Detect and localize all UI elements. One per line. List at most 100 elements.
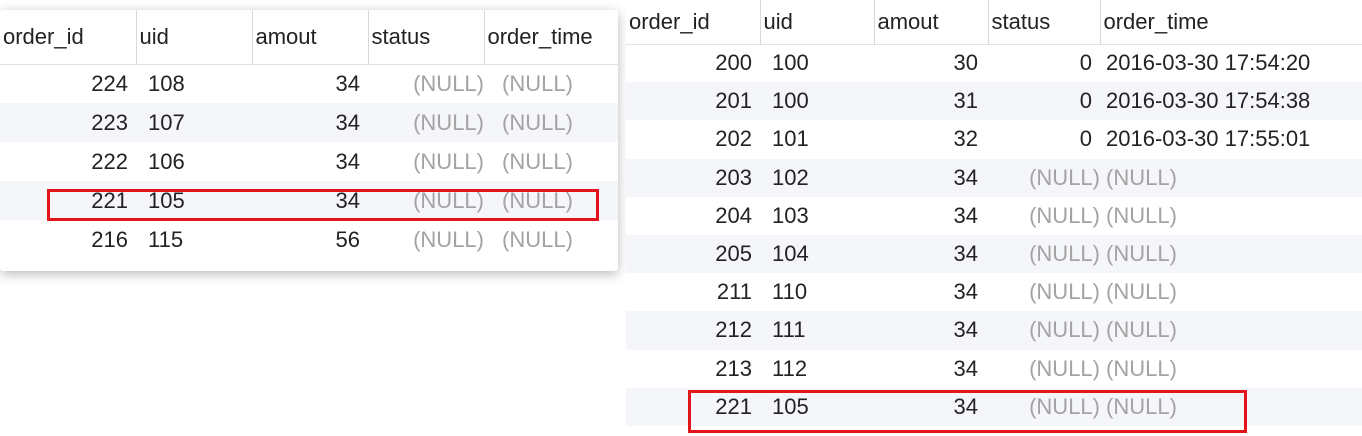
cell-order-id[interactable]: 213 [626, 350, 760, 388]
cell-amout[interactable]: 34 [252, 103, 368, 142]
cell-uid[interactable]: 100 [760, 82, 874, 121]
cell-status[interactable]: (NULL) [368, 103, 484, 142]
cell-uid[interactable]: 111 [760, 311, 874, 350]
cell-order-id[interactable]: 222 [0, 142, 136, 181]
cell-order-time[interactable]: (NULL) [1100, 158, 1362, 197]
cell-uid[interactable]: 106 [136, 142, 252, 181]
cell-uid[interactable]: 115 [136, 220, 252, 259]
table-row[interactable]: 222 106 34 (NULL) (NULL) [0, 142, 618, 181]
cell-order-id[interactable]: 202 [626, 120, 760, 158]
cell-order-id[interactable]: 205 [626, 234, 760, 274]
table-row[interactable]: 205 104 34 (NULL) (NULL) [626, 234, 1362, 274]
table-row-highlighted[interactable]: 221 105 34 (NULL) (NULL) [0, 181, 618, 220]
cell-order-time[interactable]: 2016-03-30 17:54:38 [1100, 82, 1362, 121]
cell-uid[interactable]: 105 [136, 181, 252, 220]
column-header-order-time[interactable]: order_time [483, 10, 618, 64]
cell-amout[interactable]: 34 [252, 181, 368, 220]
cell-order-id[interactable]: 221 [626, 387, 760, 426]
cell-order-time[interactable]: 2016-03-30 17:54:20 [1100, 44, 1362, 82]
table-row[interactable]: 202 101 32 0 2016-03-30 17:55:01 [626, 120, 1362, 158]
cell-uid[interactable]: 102 [760, 158, 874, 197]
table-row-highlighted[interactable]: 221 105 34 (NULL) (NULL) [626, 387, 1362, 426]
cell-amout[interactable]: 34 [874, 387, 988, 426]
cell-status[interactable]: (NULL) [368, 142, 484, 181]
cell-amout[interactable]: 32 [874, 120, 988, 158]
cell-order-time[interactable]: (NULL) [1100, 234, 1362, 274]
cell-amout[interactable]: 56 [252, 220, 368, 259]
column-header-uid[interactable]: uid [135, 10, 252, 64]
column-header-amout[interactable]: amout [251, 10, 368, 64]
cell-order-time[interactable]: (NULL) [484, 181, 618, 220]
cell-order-time[interactable]: (NULL) [484, 64, 618, 103]
cell-amout[interactable]: 34 [874, 234, 988, 274]
cell-order-id[interactable]: 212 [626, 311, 760, 350]
cell-status[interactable]: (NULL) [988, 273, 1100, 311]
cell-uid[interactable]: 110 [760, 273, 874, 311]
column-header-amout[interactable]: amout [873, 0, 988, 44]
cell-amout[interactable]: 34 [874, 273, 988, 311]
cell-order-time[interactable]: (NULL) [1100, 197, 1362, 235]
table-row[interactable]: 216 115 56 (NULL) (NULL) [0, 220, 618, 259]
cell-amout[interactable]: 34 [252, 64, 368, 103]
cell-status[interactable]: (NULL) [988, 234, 1100, 274]
cell-uid[interactable]: 105 [760, 387, 874, 426]
cell-amout[interactable]: 34 [874, 350, 988, 388]
cell-amout[interactable]: 30 [874, 44, 988, 82]
cell-order-time[interactable]: (NULL) [484, 220, 618, 259]
cell-order-time[interactable]: (NULL) [484, 103, 618, 142]
cell-status[interactable]: (NULL) [988, 311, 1100, 350]
column-header-uid[interactable]: uid [759, 0, 874, 44]
column-header-order-id[interactable]: order_id [0, 10, 136, 64]
column-header-order-time[interactable]: order_time [1099, 0, 1362, 44]
cell-status[interactable]: 0 [988, 82, 1100, 121]
cell-amout[interactable]: 31 [874, 82, 988, 121]
cell-order-time[interactable]: (NULL) [1100, 311, 1362, 350]
table-row[interactable]: 223 107 34 (NULL) (NULL) [0, 103, 618, 142]
column-header-status[interactable]: status [987, 0, 1100, 44]
cell-status[interactable]: (NULL) [368, 220, 484, 259]
cell-order-id[interactable]: 211 [626, 273, 760, 311]
table-row[interactable]: 211 110 34 (NULL) (NULL) [626, 273, 1362, 311]
cell-uid[interactable]: 112 [760, 350, 874, 388]
cell-uid[interactable]: 101 [760, 120, 874, 158]
cell-status[interactable]: (NULL) [368, 181, 484, 220]
cell-status[interactable]: (NULL) [988, 387, 1100, 426]
cell-uid[interactable]: 107 [136, 103, 252, 142]
cell-uid[interactable]: 100 [760, 44, 874, 82]
cell-status[interactable]: (NULL) [988, 197, 1100, 235]
cell-uid[interactable]: 104 [760, 234, 874, 274]
cell-uid[interactable]: 108 [136, 64, 252, 103]
table-row[interactable]: 213 112 34 (NULL) (NULL) [626, 350, 1362, 388]
cell-order-id[interactable]: 224 [0, 64, 136, 103]
cell-amout[interactable]: 34 [874, 197, 988, 235]
table-row[interactable]: 200 100 30 0 2016-03-30 17:54:20 [626, 44, 1362, 82]
cell-order-id[interactable]: 216 [0, 220, 136, 259]
cell-uid[interactable]: 103 [760, 197, 874, 235]
table-row[interactable]: 224 108 34 (NULL) (NULL) [0, 64, 618, 103]
cell-order-time[interactable]: (NULL) [484, 142, 618, 181]
cell-status[interactable]: (NULL) [368, 64, 484, 103]
table-row[interactable]: 212 111 34 (NULL) (NULL) [626, 311, 1362, 350]
cell-order-time[interactable]: (NULL) [1100, 387, 1362, 426]
table-row[interactable]: 203 102 34 (NULL) (NULL) [626, 158, 1362, 197]
cell-status[interactable]: (NULL) [988, 350, 1100, 388]
cell-order-time[interactable]: 2016-03-30 17:55:01 [1100, 120, 1362, 158]
cell-status[interactable]: 0 [988, 44, 1100, 82]
cell-status[interactable]: (NULL) [988, 158, 1100, 197]
cell-order-id[interactable]: 221 [0, 181, 136, 220]
cell-amout[interactable]: 34 [252, 142, 368, 181]
cell-amout[interactable]: 34 [874, 311, 988, 350]
cell-order-id[interactable]: 223 [0, 103, 136, 142]
cell-order-id[interactable]: 203 [626, 158, 760, 197]
cell-order-id[interactable]: 204 [626, 197, 760, 235]
cell-order-time[interactable]: (NULL) [1100, 350, 1362, 388]
table-row[interactable]: 201 100 31 0 2016-03-30 17:54:38 [626, 82, 1362, 121]
column-header-order-id[interactable]: order_id [626, 0, 760, 44]
cell-order-id[interactable]: 200 [626, 44, 760, 82]
column-header-status[interactable]: status [367, 10, 484, 64]
table-row[interactable]: 204 103 34 (NULL) (NULL) [626, 197, 1362, 235]
cell-status[interactable]: 0 [988, 120, 1100, 158]
cell-order-id[interactable]: 201 [626, 82, 760, 121]
cell-order-time[interactable]: (NULL) [1100, 273, 1362, 311]
cell-amout[interactable]: 34 [874, 158, 988, 197]
